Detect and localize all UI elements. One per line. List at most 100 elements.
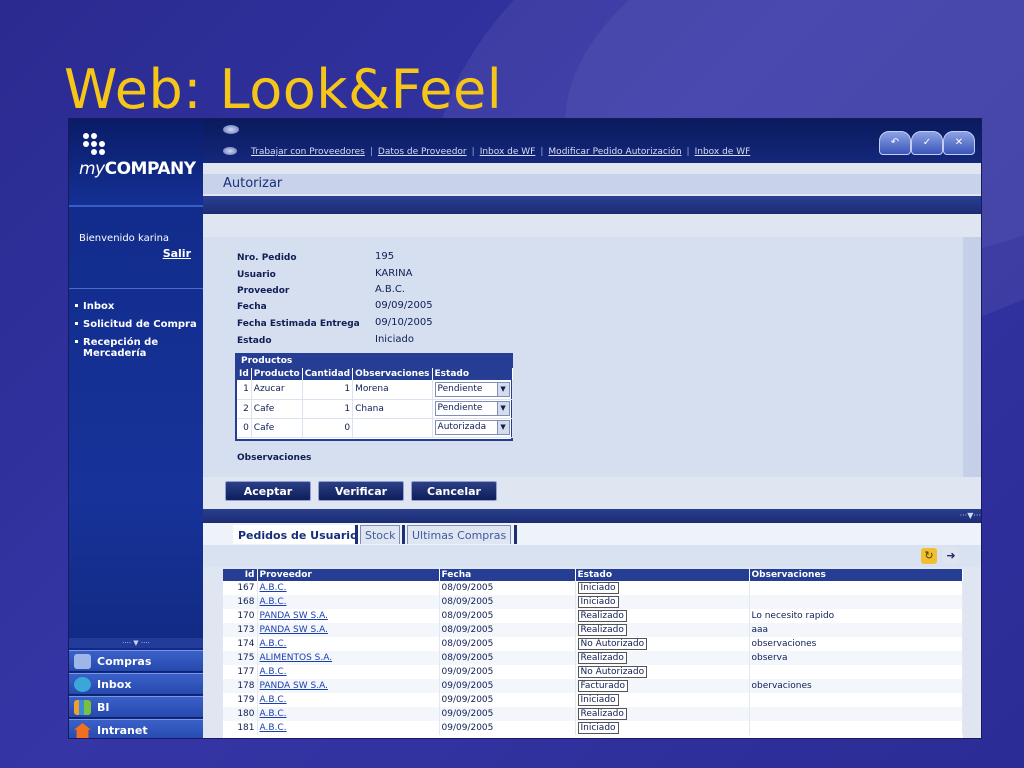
logo: myCOMPANY (69, 119, 203, 207)
table-row[interactable]: 167 A.B.C. 08/09/2005 Iniciado (223, 581, 963, 595)
table-row[interactable]: 173 PANDA SW S.A. 08/09/2005 Realizado aaa (223, 623, 963, 637)
order-observations (749, 693, 963, 707)
provider-link[interactable]: A.B.C. (260, 695, 287, 705)
provider-link[interactable]: A.B.C. (260, 583, 287, 593)
table-row[interactable]: 179 A.B.C. 09/09/2005 Iniciado (223, 693, 963, 707)
table-row[interactable]: 178 PANDA SW S.A. 09/09/2005 Facturado oberv… (223, 679, 963, 693)
toolbar: ↻ ➜ (203, 545, 981, 567)
refresh-icon[interactable]: ↻ (921, 548, 937, 564)
side-menu: Inbox Solicitud de Compra Recepción de M… (69, 289, 203, 361)
status-badge: Realizado (577, 652, 627, 664)
tab-pedidos-usuario[interactable]: Pedidos de Usuario (233, 525, 363, 544)
estado-select[interactable]: Pendiente ▼ (434, 381, 510, 397)
app-button-bi[interactable]: BI (69, 696, 203, 718)
orb-icon (223, 147, 237, 155)
provider-link[interactable]: PANDA SW S.A. (260, 681, 328, 691)
app-button-label: Intranet (97, 724, 148, 737)
order-observations (749, 721, 963, 735)
table-row[interactable]: 177 A.B.C. 09/09/2005 No Autorizado (223, 665, 963, 679)
order-date: 09/09/2005 (439, 721, 576, 735)
page-title: Autorizar (203, 174, 981, 194)
top-navigation-bar: Trabajar con Proveedores | Datos de Provee… (203, 119, 981, 163)
provider-link[interactable]: A.B.C. (260, 723, 287, 733)
order-id: 168 (223, 595, 258, 609)
tab-ultimas-compras[interactable]: Ultimas Compras (407, 525, 512, 544)
cancel-button[interactable]: Cancelar (411, 481, 497, 501)
close-icon[interactable]: ✕ (943, 131, 975, 155)
order-observations (749, 665, 963, 679)
form-area: Nro. Pedido 195 Usuario KARINA Proveedor… (203, 237, 963, 477)
order-observations: observaciones (749, 637, 963, 651)
order-observations: Lo necesito rapido (749, 609, 963, 623)
sidebar-item-recepcion-mercaderia[interactable]: Recepción de Mercadería (69, 335, 203, 361)
app-button-intranet[interactable]: Intranet (69, 719, 203, 738)
provider-link[interactable]: ALIMENTOS S.A. (260, 653, 333, 663)
order-date: 08/09/2005 (439, 637, 576, 651)
provider-link[interactable]: A.B.C. (260, 709, 287, 719)
globe-icon (74, 677, 91, 692)
app-button-compras[interactable]: Compras (69, 650, 203, 672)
table-row[interactable]: 170 PANDA SW S.A. 08/09/2005 Realizado Lo ne… (223, 609, 963, 623)
chevron-down-icon: ▼ (496, 421, 509, 434)
header-stripe (203, 196, 981, 214)
observaciones-label: Observaciones (237, 453, 312, 463)
table-row[interactable]: 168 A.B.C. 08/09/2005 Iniciado (223, 595, 963, 609)
toplink-trabajar-proveedores[interactable]: Trabajar con Proveedores (251, 147, 365, 157)
toplink-inbox-wf[interactable]: Inbox de WF (480, 147, 536, 157)
status-badge: Iniciado (577, 596, 619, 608)
table-row[interactable]: 180 A.B.C. 09/09/2005 Realizado (223, 707, 963, 721)
provider-link[interactable]: A.B.C. (260, 597, 287, 607)
table-row[interactable]: 174 A.B.C. 08/09/2005 No Autorizado observac… (223, 637, 963, 651)
app-button-label: Compras (97, 655, 152, 668)
sidebar-item-inbox[interactable]: Inbox (69, 299, 203, 314)
export-icon[interactable]: ➜ (943, 548, 959, 564)
provider-link[interactable]: A.B.C. (260, 639, 287, 649)
logout-link[interactable]: Salir (79, 247, 195, 260)
order-id: 177 (223, 665, 258, 679)
verify-button[interactable]: Verificar (318, 481, 404, 501)
check-icon[interactable]: ✓ (911, 131, 943, 155)
provider-link[interactable]: PANDA SW S.A. (260, 625, 328, 635)
welcome-section: Bienvenido karina Salir (69, 207, 203, 289)
order-id: 167 (223, 581, 258, 595)
estado-select[interactable]: Pendiente ▼ (434, 401, 510, 416)
sidebar-splitter[interactable]: ···· ▼ ···· (69, 638, 203, 648)
toplink-inbox-wf-2[interactable]: Inbox de WF (695, 147, 751, 157)
accept-button[interactable]: Aceptar (225, 481, 311, 501)
order-observations: observa (749, 651, 963, 665)
toplink-datos-proveedor[interactable]: Datos de Proveedor (378, 147, 467, 157)
products-header-observaciones: Observaciones (352, 368, 433, 380)
products-header-cantidad: Cantidad (302, 368, 354, 380)
products-header-id: Id (237, 368, 252, 380)
status-badge: Realizado (577, 624, 627, 636)
status-badge: Realizado (577, 708, 627, 720)
orders-header-estado: Estado (575, 569, 750, 581)
order-id: 175 (223, 651, 258, 665)
tabs-bar: Pedidos de Usuario Stock Ultimas Compras (203, 523, 981, 545)
provider-link[interactable]: A.B.C. (260, 667, 287, 677)
tab-stock[interactable]: Stock (360, 525, 401, 544)
orders-table: Id Proveedor Fecha Estado Observaciones … (223, 569, 963, 738)
orders-header-id: Id (223, 569, 258, 581)
products-header-estado: Estado (432, 368, 513, 380)
estado-select[interactable]: Autorizada ▼ (434, 420, 510, 435)
order-id: 174 (223, 637, 258, 651)
order-id: 179 (223, 693, 258, 707)
app-button-inbox[interactable]: Inbox (69, 673, 203, 695)
toplink-modificar-pedido[interactable]: Modificar Pedido Autorización (548, 147, 681, 157)
order-date: 08/09/2005 (439, 623, 576, 637)
order-date: 08/09/2005 (439, 651, 576, 665)
products-caption: Productos (237, 355, 511, 368)
window-controls: ↶ ✓ ✕ (875, 129, 979, 161)
sidebar-item-solicitud-compra[interactable]: Solicitud de Compra (69, 317, 203, 332)
status-badge: Iniciado (577, 722, 619, 734)
app-window: myCOMPANY Bienvenido karina Salir Inbox … (68, 118, 982, 739)
chevron-down-icon: ▼ (496, 382, 509, 396)
table-row[interactable]: 175 ALIMENTOS S.A. 08/09/2005 Realizado obse… (223, 651, 963, 665)
table-row[interactable]: 181 A.B.C. 09/09/2005 Iniciado (223, 721, 963, 735)
provider-link[interactable]: PANDA SW S.A. (260, 611, 328, 621)
back-icon[interactable]: ↶ (879, 131, 911, 155)
orders-header-observaciones: Observaciones (749, 569, 963, 581)
app-button-label: BI (97, 701, 110, 714)
bar-chart-icon (74, 700, 91, 715)
